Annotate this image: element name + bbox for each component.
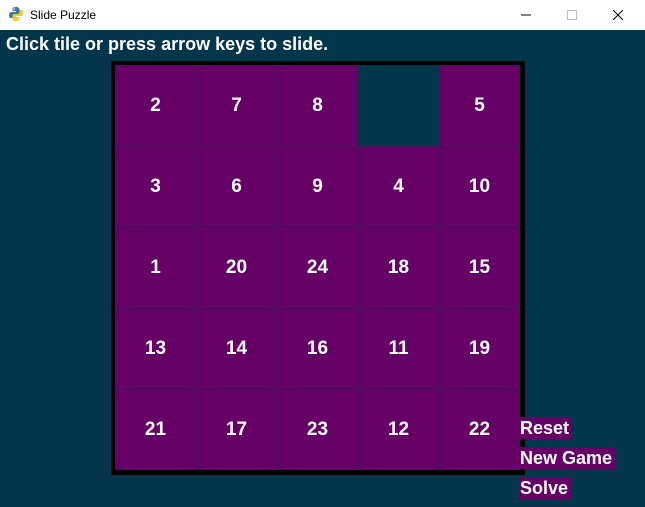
puzzle-tile[interactable]: 6 xyxy=(196,146,277,227)
maximize-button[interactable] xyxy=(549,0,595,30)
puzzle-tile[interactable]: 8 xyxy=(277,65,358,146)
puzzle-tile[interactable]: 12 xyxy=(358,389,439,470)
puzzle-tile[interactable]: 15 xyxy=(439,227,520,308)
puzzle-tile[interactable]: 21 xyxy=(115,389,196,470)
reset-button[interactable]: Reset xyxy=(519,417,573,439)
game-area: Click tile or press arrow keys to slide.… xyxy=(0,30,645,507)
window-titlebar: Slide Puzzle xyxy=(0,0,645,30)
puzzle-tile[interactable]: 17 xyxy=(196,389,277,470)
minimize-icon xyxy=(521,14,531,16)
new-game-button[interactable]: New Game xyxy=(519,447,616,469)
puzzle-tile[interactable]: 4 xyxy=(358,146,439,227)
puzzle-tile[interactable]: 13 xyxy=(115,308,196,389)
puzzle-tile[interactable]: 22 xyxy=(439,389,520,470)
puzzle-tile[interactable]: 1 xyxy=(115,227,196,308)
puzzle-tile[interactable]: 10 xyxy=(439,146,520,227)
window-title: Slide Puzzle xyxy=(30,8,97,22)
puzzle-tile[interactable]: 7 xyxy=(196,65,277,146)
puzzle-tile[interactable]: 23 xyxy=(277,389,358,470)
maximize-icon xyxy=(567,10,577,20)
puzzle-tile[interactable]: 2 xyxy=(115,65,196,146)
puzzle-tile[interactable]: 18 xyxy=(358,227,439,308)
close-icon xyxy=(613,10,623,20)
minimize-button[interactable] xyxy=(503,0,549,30)
puzzle-tile[interactable]: 11 xyxy=(358,308,439,389)
puzzle-tile[interactable]: 20 xyxy=(196,227,277,308)
puzzle-tile[interactable]: 16 xyxy=(277,308,358,389)
close-button[interactable] xyxy=(595,0,641,30)
solve-button[interactable]: Solve xyxy=(519,477,572,499)
puzzle-tile[interactable]: 24 xyxy=(277,227,358,308)
instructions-text: Click tile or press arrow keys to slide. xyxy=(6,34,329,54)
puzzle-tile[interactable]: 19 xyxy=(439,308,520,389)
puzzle-tile[interactable]: 5 xyxy=(439,65,520,146)
puzzle-tile[interactable]: 9 xyxy=(277,146,358,227)
empty-slot xyxy=(358,65,439,146)
puzzle-tile[interactable]: 14 xyxy=(196,308,277,389)
puzzle-tile[interactable]: 3 xyxy=(115,146,196,227)
puzzle-board: 2 7 8 5 3 6 9 4 10 1 20 24 18 15 13 14 16 11 19 21 17 23 12 22 xyxy=(111,61,525,475)
python-icon xyxy=(8,6,24,22)
